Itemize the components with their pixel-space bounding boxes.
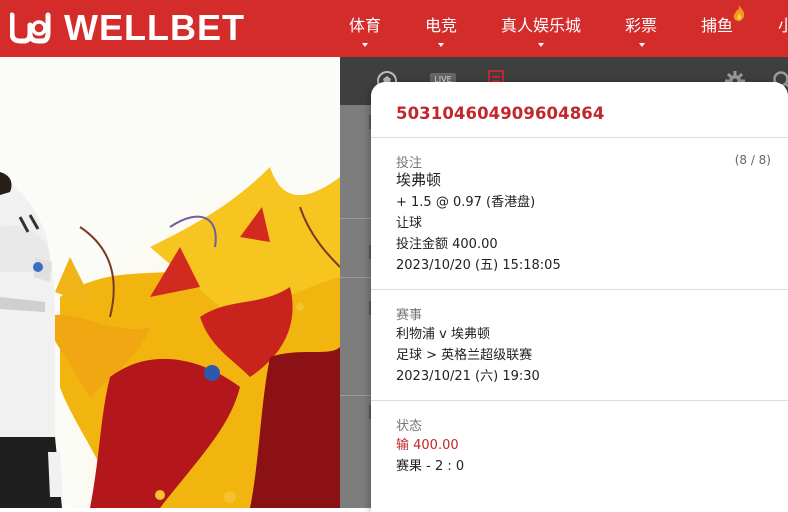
divider — [371, 137, 788, 138]
divider — [371, 400, 788, 401]
event-league: 足球 > 英格兰超级联赛 — [396, 348, 533, 363]
status-section-title: 状态 — [396, 419, 423, 434]
match-score: 赛果 - 2 : 0 — [396, 459, 465, 474]
brand-name: WELLBET — [64, 7, 245, 48]
bet-count: (8 / 8) — [734, 153, 771, 167]
chevron-down-icon — [639, 43, 645, 47]
bet-odds-line: + 1.5 @ 0.97 (香港盘) — [396, 195, 536, 210]
event-kickoff-time: 2023/10/21 (六) 19:30 — [396, 369, 540, 384]
divider — [340, 395, 372, 396]
bet-placed-time: 2023/10/20 (五) 15:18:05 — [396, 258, 561, 273]
bet-stake: 投注金额 400.00 — [396, 237, 498, 252]
top-navigation-bar: WELLBET 体育 电竞 真人娱乐城 彩票 捕鱼 小 — [0, 0, 788, 57]
promo-banner[interactable] — [0, 57, 340, 508]
bet-selection: 埃弗顿 — [396, 171, 442, 189]
chevron-down-icon — [538, 43, 544, 47]
wellbet-logo-mark-icon — [9, 11, 62, 45]
bet-result-status: 输 400.00 — [396, 438, 459, 453]
nav-item-esports[interactable]: 电竞 — [425, 16, 457, 36]
event-match: 利物浦 v 埃弗顿 — [396, 327, 490, 342]
nav-item-more[interactable]: 小 — [778, 16, 788, 36]
bet-detail-card: 503104604909604864 投注 (8 / 8) 埃弗顿 + 1.5 … — [371, 82, 788, 512]
divider — [340, 218, 372, 219]
bet-market: 让球 — [396, 216, 423, 231]
bet-id[interactable]: 503104604909604864 — [396, 104, 604, 123]
nav-item-fishing[interactable]: 捕鱼 — [701, 16, 733, 36]
flame-icon — [733, 5, 745, 21]
divider — [340, 277, 372, 278]
event-section-title: 赛事 — [396, 308, 423, 323]
chevron-down-icon — [362, 43, 368, 47]
nav-item-lottery[interactable]: 彩票 — [625, 16, 657, 36]
brand-logo[interactable]: WELLBET — [9, 7, 245, 48]
bet-section-title: 投注 — [396, 156, 423, 171]
divider — [371, 289, 788, 290]
nav-item-sports[interactable]: 体育 — [349, 16, 381, 36]
chevron-down-icon — [438, 43, 444, 47]
promo-banner-artwork — [0, 57, 340, 508]
nav-item-live-casino[interactable]: 真人娱乐城 — [501, 16, 581, 36]
